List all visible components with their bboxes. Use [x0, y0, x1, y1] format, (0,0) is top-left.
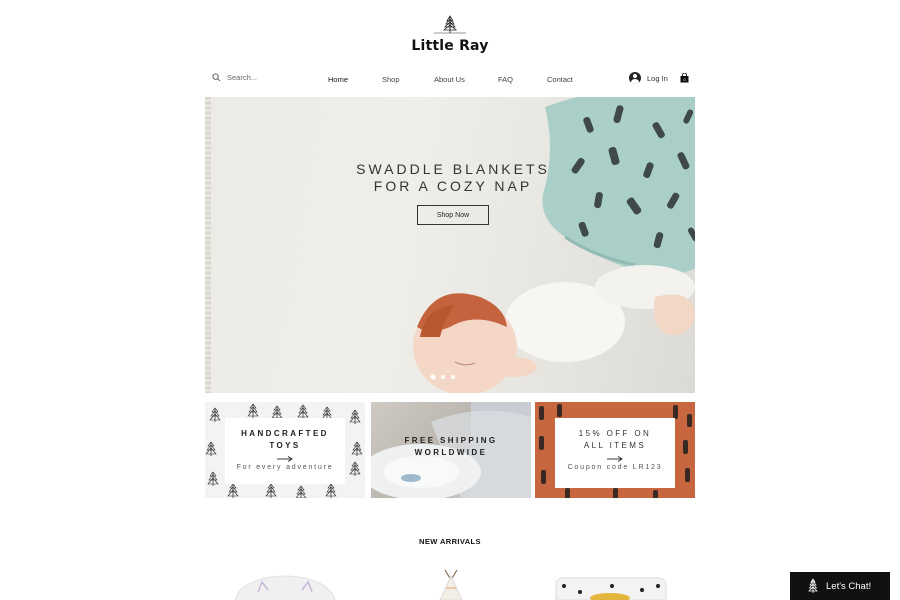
pine-tree-icon	[808, 578, 818, 593]
promo-title-line2: WORLDWIDE	[414, 448, 488, 457]
new-arrivals-heading: NEW ARRIVALS	[419, 537, 481, 546]
promo-subtitle: Coupon code LR123	[567, 464, 663, 471]
promo-discount[interactable]: 15% OFF ON ALL ITEMS Coupon code LR123	[535, 402, 695, 498]
site-title: Little Ray	[411, 38, 489, 54]
slideshow-dots	[431, 375, 455, 379]
pine-tree-icon	[434, 15, 466, 34]
slide-dot-2[interactable]	[441, 375, 445, 379]
arrow-right-icon	[607, 456, 623, 462]
main-navbar: Search... Home Shop About Us FAQ Contact…	[205, 70, 695, 88]
hero-title-line2: FOR A COZY NAP	[373, 178, 533, 194]
promo-title-line2: TOYS	[269, 441, 301, 450]
nav-shop[interactable]: Shop	[382, 75, 400, 84]
promo-handcrafted-toys[interactable]: HANDCRAFTED TOYS For every adventure	[205, 402, 365, 498]
promo-title: 15% OFF ON ALL ITEMS	[555, 428, 675, 452]
promo-title-line1: FREE SHIPPING	[404, 436, 498, 445]
promo-subtitle: For every adventure	[236, 464, 334, 471]
fabric-edge	[205, 97, 211, 393]
chat-widget-button[interactable]: Let's Chat!	[790, 572, 890, 600]
promo-title-line1: 15% OFF ON	[578, 429, 652, 438]
nav-faq[interactable]: FAQ	[498, 75, 513, 84]
promo-title-line2: ALL ITEMS	[583, 441, 647, 450]
promo-title: FREE SHIPPING WORLDWIDE	[371, 435, 531, 459]
slide-dot-3[interactable]	[451, 375, 455, 379]
arrow-right-icon	[277, 456, 293, 462]
site-logo[interactable]: Little Ray	[0, 14, 900, 54]
sleeping-baby-image	[413, 265, 695, 393]
login-label: Log In	[647, 73, 668, 83]
nav-about-us[interactable]: About Us	[434, 75, 465, 84]
search-box[interactable]: Search...	[212, 73, 257, 82]
promo-card: 15% OFF ON ALL ITEMS Coupon code LR123	[555, 418, 675, 488]
hero-title-line1: SWADDLE BLANKETS	[356, 161, 550, 177]
nav-contact[interactable]: Contact	[547, 75, 573, 84]
slide-dot-1[interactable]	[431, 375, 435, 379]
promo-title-line1: HANDCRAFTED	[241, 429, 329, 438]
promo-title: HANDCRAFTED TOYS	[225, 428, 345, 452]
search-icon	[212, 73, 221, 82]
nav-home[interactable]: Home	[328, 75, 348, 84]
shopping-bag-icon[interactable]: 0	[680, 73, 689, 83]
search-input[interactable]: Search...	[227, 73, 257, 82]
shop-now-button[interactable]: Shop Now	[417, 205, 489, 225]
promo-free-shipping[interactable]: FREE SHIPPING WORLDWIDE	[371, 402, 531, 498]
chat-label: Let's Chat!	[826, 580, 872, 592]
hero-slideshow: SWADDLE BLANKETS FOR A COZY NAP Shop Now	[205, 97, 695, 393]
product-pillow-image[interactable]	[552, 568, 670, 600]
product-teepee-image[interactable]	[436, 568, 466, 600]
hero-headline: SWADDLE BLANKETS FOR A COZY NAP	[355, 161, 551, 195]
user-avatar-icon	[629, 72, 641, 84]
product-plate-image[interactable]	[230, 568, 340, 600]
login-button[interactable]: Log In	[629, 72, 668, 84]
promo-card: HANDCRAFTED TOYS For every adventure	[225, 418, 345, 484]
